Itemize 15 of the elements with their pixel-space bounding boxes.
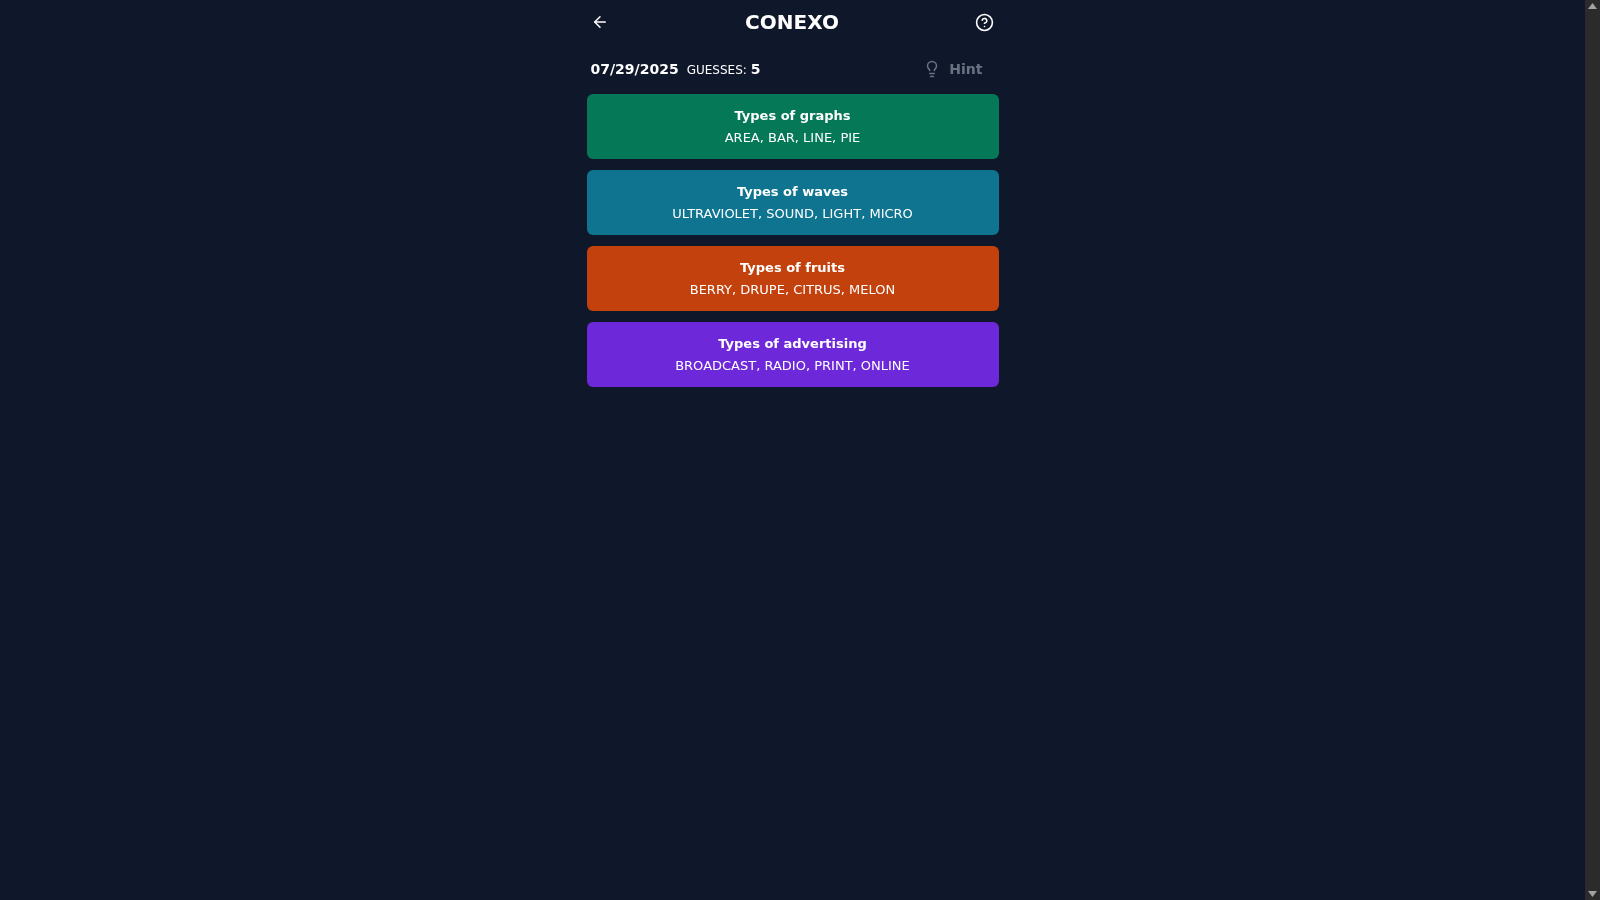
group-words: BROADCAST, RADIO, PRINT, ONLINE [675,356,910,375]
puzzle-date: 07/29/2025 [590,59,679,79]
group-words: BERRY, DRUPE, CITRUS, MELON [689,280,896,299]
scroll-down-icon[interactable] [1588,891,1597,897]
guesses-count: 5 [750,59,761,79]
group-title: Types of waves [736,183,849,201]
guesses-label: GUESSES: [686,61,747,79]
app-title: CONEXO [745,9,839,36]
group-title: Types of graphs [734,107,851,125]
group-title: Types of advertising [718,335,867,353]
group-title: Types of fruits [740,259,845,277]
group-words: ULTRAVIOLET, SOUND, LIGHT, MICRO [672,204,913,223]
group-words: AREA, BAR, LINE, PIE [724,128,861,147]
scrollbar[interactable] [1585,0,1600,900]
scroll-up-icon[interactable] [1588,3,1597,9]
